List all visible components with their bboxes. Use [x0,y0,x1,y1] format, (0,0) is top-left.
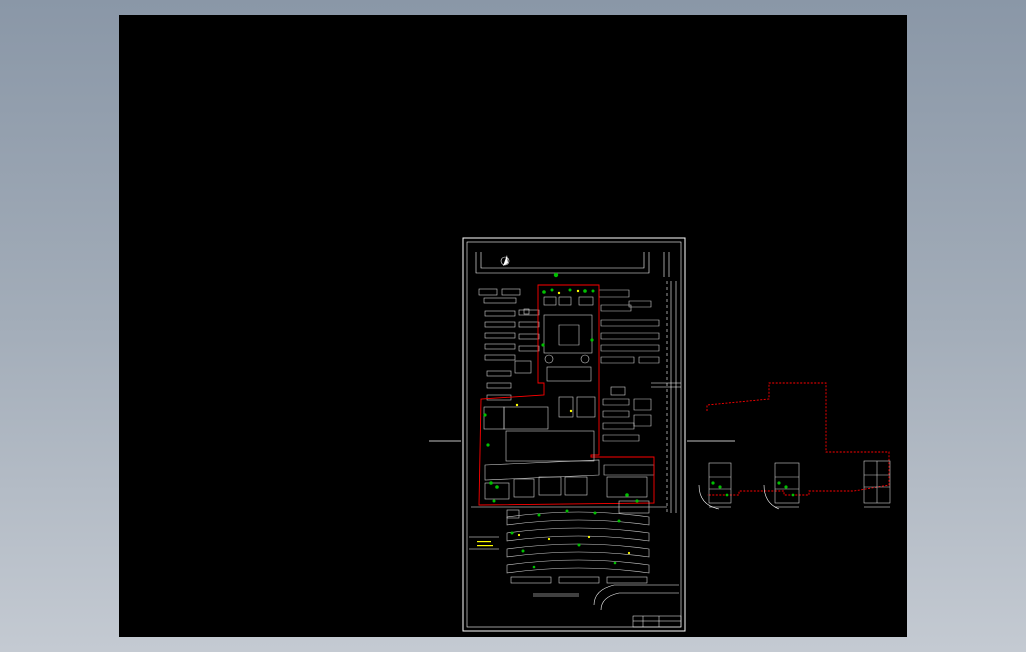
annotations [477,289,631,555]
south-residential [506,500,650,584]
title-block [632,615,682,628]
buildings-west [478,288,540,401]
north-arrow-icon [500,255,510,266]
cad-drawing [429,237,891,632]
detail-right [863,460,891,504]
auxiliary-boundary [706,382,890,496]
auxiliary-drawing[interactable] [698,382,891,510]
drawing-canvas[interactable] [119,15,907,637]
buildings-east [598,289,660,476]
vegetation [483,272,639,569]
main-sheet[interactable] [462,237,686,632]
sheet-outer-frame [462,237,686,632]
